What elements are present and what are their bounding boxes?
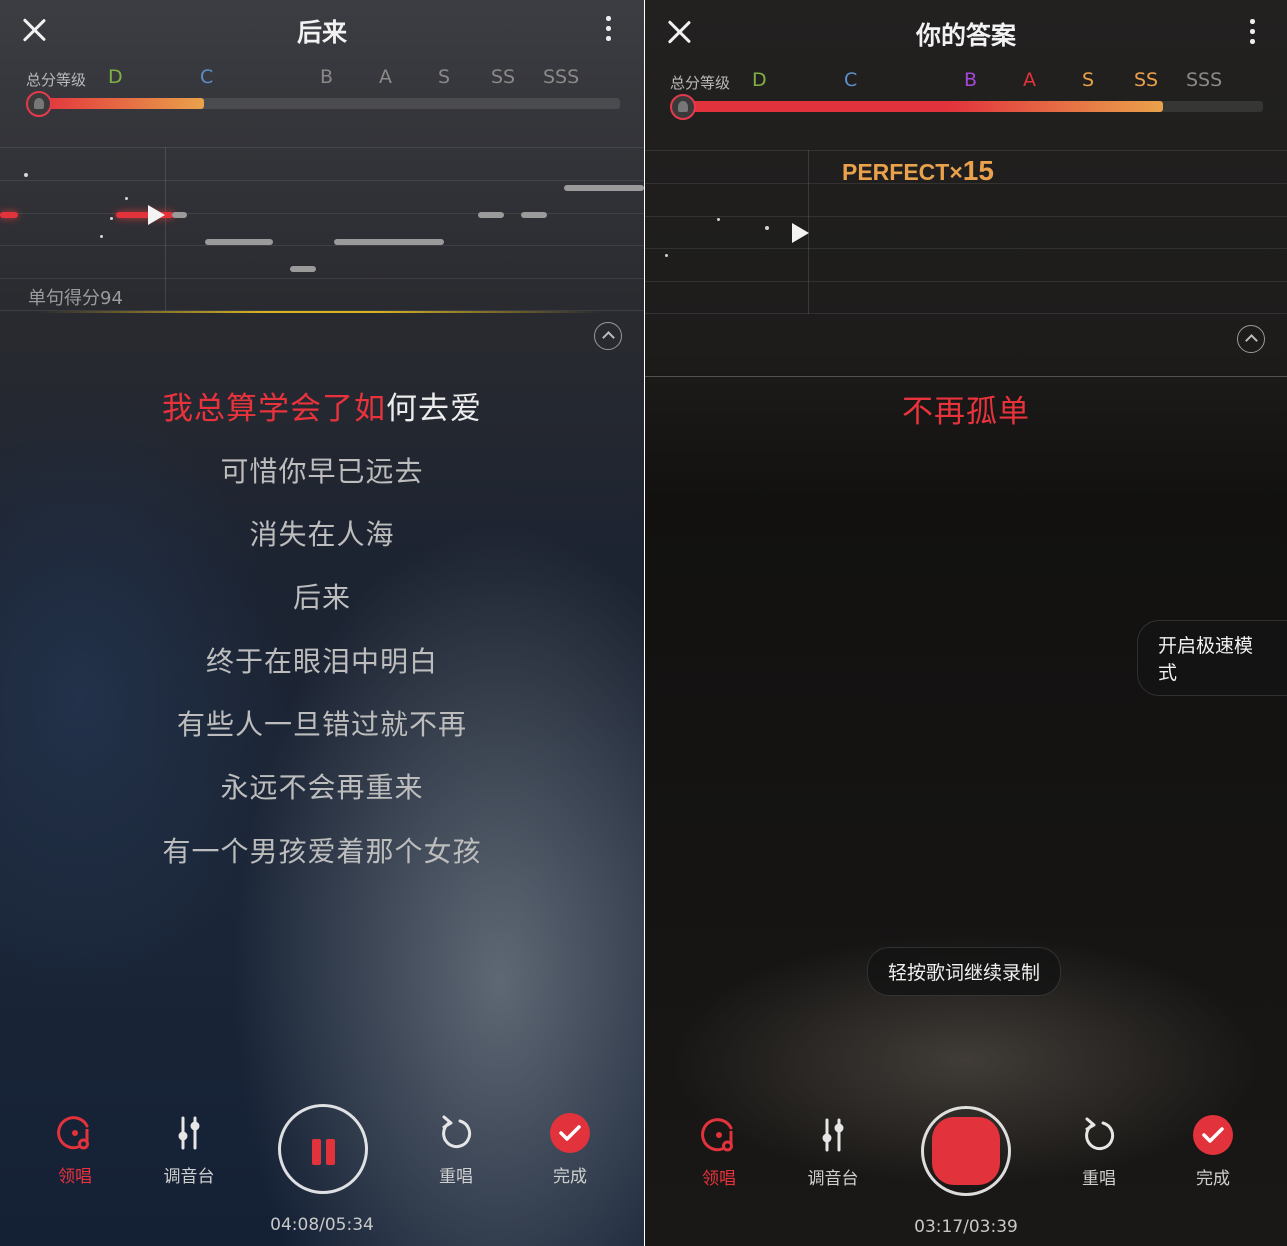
perfect-text: PERFECT×: [842, 159, 963, 185]
grade-ss: SS: [491, 66, 516, 88]
grade-progress: [38, 98, 204, 109]
collapse-icon[interactable]: [1237, 325, 1265, 353]
left-karaoke-screen: 后来 总分等级 D C B A S SS SSS 单句得分94 我总算学会了如何…: [0, 0, 644, 1246]
grade-c: C: [200, 66, 214, 88]
pitch-note: [564, 185, 644, 191]
guide-vocal-label: 领唱: [702, 1169, 736, 1189]
pause-icon: [312, 1139, 321, 1165]
song-title: 后来: [296, 18, 347, 47]
pitch-note: [521, 212, 547, 218]
restart-icon: [1085, 1117, 1115, 1151]
grade-progress: [683, 101, 1163, 112]
retry-button[interactable]: 重唱: [1059, 1114, 1139, 1189]
lyric-line[interactable]: 有些人一旦错过就不再: [0, 703, 644, 743]
collapse-icon[interactable]: [594, 322, 622, 350]
playback-time: 03:17/03:39: [914, 1217, 1018, 1237]
grade-label: 总分等级: [26, 71, 87, 89]
done-label: 完成: [553, 1167, 587, 1187]
retry-label: 重唱: [1082, 1169, 1116, 1189]
grade-c: C: [844, 69, 858, 91]
retry-button[interactable]: 重唱: [416, 1112, 496, 1187]
staff-divider: [645, 376, 1287, 377]
grade-sss: SSS: [543, 66, 580, 88]
pitch-note: [478, 212, 504, 218]
play-cursor-icon: [792, 223, 809, 243]
mixer-button[interactable]: 调音台: [793, 1114, 873, 1189]
guide-vocal-button[interactable]: 领唱: [679, 1114, 759, 1189]
guide-vocal-icon: [701, 1118, 733, 1152]
record-button[interactable]: [921, 1106, 1011, 1196]
grade-d: D: [752, 69, 767, 91]
pitch-note: [334, 239, 444, 245]
lyric-line[interactable]: 永远不会再重来: [0, 766, 644, 806]
playback-time: 04:08/05:34: [270, 1215, 374, 1235]
sung-pitch-note: [116, 212, 174, 218]
grade-marker-icon: [26, 91, 52, 117]
perfect-combo: PERFECT×15: [842, 155, 994, 187]
guide-vocal-label: 领唱: [58, 1167, 92, 1187]
grade-ss: SS: [1134, 69, 1159, 91]
check-icon: [1193, 1115, 1233, 1155]
done-button[interactable]: 完成: [1173, 1114, 1253, 1189]
more-options-icon[interactable]: [1247, 17, 1257, 47]
restart-icon: [442, 1115, 472, 1149]
record-icon: [932, 1117, 1000, 1185]
score-divider: [40, 311, 600, 313]
perfect-count: 15: [962, 155, 994, 186]
sung-portion: 我总算学会了如: [162, 391, 386, 427]
mixer-label: 调音台: [163, 1167, 215, 1187]
grade-sss: SSS: [1186, 69, 1223, 91]
lyric-line[interactable]: 有一个男孩爱着那个女孩: [0, 830, 644, 870]
fast-mode-button[interactable]: 开启极速模式: [1137, 620, 1287, 696]
unsung-portion: 何去爱: [386, 391, 482, 427]
pause-button[interactable]: [278, 1104, 368, 1194]
retry-label: 重唱: [439, 1167, 473, 1187]
sentence-score: 单句得分94: [28, 288, 123, 309]
check-icon: [550, 1113, 590, 1153]
grade-label: 总分等级: [670, 74, 731, 92]
lyric-line[interactable]: 后来: [0, 576, 644, 616]
lyric-line[interactable]: 可惜你早已远去: [0, 450, 644, 490]
sung-pitch-note: [0, 212, 18, 218]
lyric-line[interactable]: 终于在眼泪中明白: [0, 640, 644, 680]
grade-b: B: [964, 69, 978, 91]
current-lyric[interactable]: 不再孤单: [645, 386, 1287, 431]
pitch-note: [172, 212, 187, 218]
grade-s: S: [438, 66, 451, 88]
mixer-icon: [178, 1116, 200, 1150]
done-label: 完成: [1196, 1169, 1230, 1189]
pitch-note: [205, 239, 273, 245]
current-lyric[interactable]: 我总算学会了如何去爱: [0, 383, 644, 428]
guide-vocal-button[interactable]: 领唱: [35, 1112, 115, 1187]
pitch-note: [290, 266, 316, 272]
guide-vocal-icon: [57, 1116, 89, 1150]
play-cursor-icon: [148, 205, 165, 225]
grade-a: A: [379, 66, 392, 88]
grade-s: S: [1082, 69, 1095, 91]
resume-hint: 轻按歌词继续录制: [867, 947, 1062, 996]
song-title: 你的答案: [915, 21, 1016, 50]
mixer-icon: [822, 1118, 844, 1152]
grade-d: D: [108, 66, 123, 88]
grade-marker-icon: [670, 94, 696, 120]
right-karaoke-screen: 你的答案 总分等级 D C B A S SS SSS PERFECT×15 不再…: [645, 0, 1287, 1246]
grade-b: B: [320, 66, 334, 88]
mixer-label: 调音台: [807, 1169, 859, 1189]
grade-a: A: [1023, 69, 1036, 91]
done-button[interactable]: 完成: [530, 1112, 610, 1187]
mixer-button[interactable]: 调音台: [149, 1112, 229, 1187]
lyric-line[interactable]: 消失在人海: [0, 513, 644, 553]
more-options-icon[interactable]: [603, 14, 613, 44]
